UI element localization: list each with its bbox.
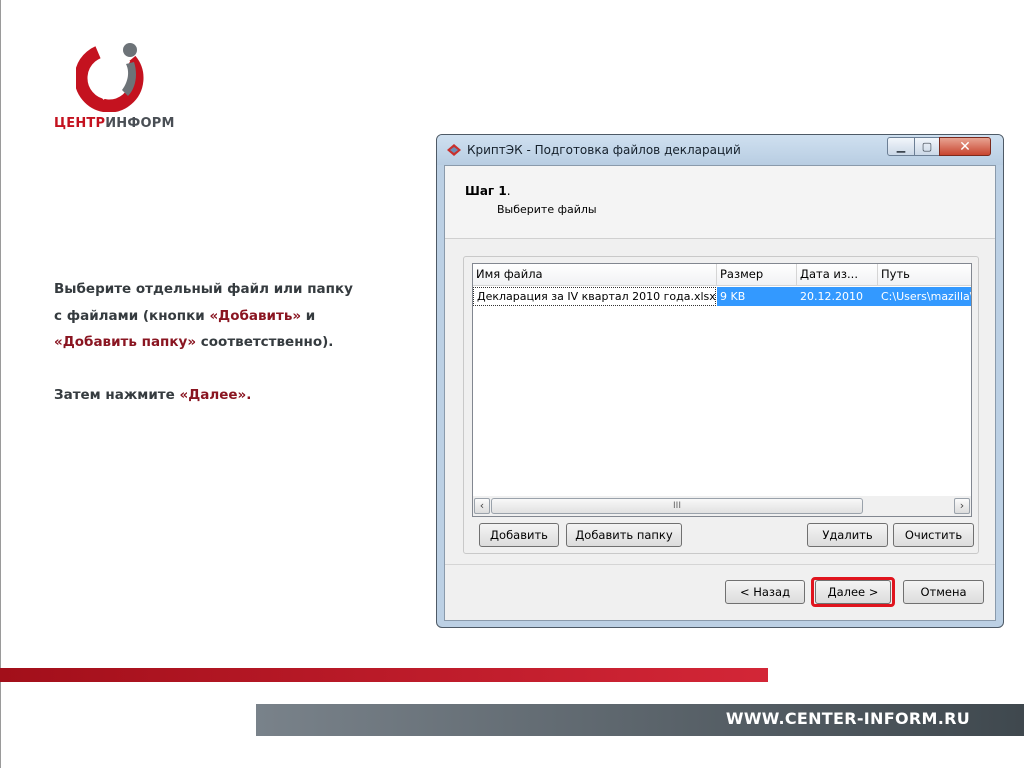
table-row-cell-path[interactable]: C:\Users\mazilla\D xyxy=(878,287,971,306)
maximize-button[interactable]: ▢ xyxy=(914,137,940,156)
clear-button[interactable]: Очистить xyxy=(893,523,974,547)
chevron-left-icon: ‹ xyxy=(479,499,485,512)
instruction-highlight-next: «Далее» xyxy=(179,386,247,403)
next-button[interactable]: Далее > xyxy=(815,580,891,604)
app-icon xyxy=(447,144,461,156)
logo-text-inform: ИНФОРМ xyxy=(105,116,175,131)
footer-separator xyxy=(445,564,995,565)
step-label: Шаг 1 xyxy=(465,184,507,198)
back-button[interactable]: < Назад xyxy=(725,580,805,604)
window-titlebar[interactable]: КриптЭК - Подготовка файлов деклараций ▁… xyxy=(437,135,1003,165)
files-group: Имя файла Размер Дата из... Путь Деклара… xyxy=(463,256,979,554)
instruction-text: Выберите отдельный файл или папку с файл… xyxy=(54,276,404,408)
scroll-left-button[interactable]: ‹ xyxy=(474,498,490,514)
instruction-text-segment: Затем нажмите xyxy=(54,386,180,403)
dialog-client-area: Шаг 1. Выберите файлы Имя файла Размер Д… xyxy=(444,165,996,621)
centrinform-logo-icon xyxy=(76,43,144,112)
minimize-icon: ▁ xyxy=(896,140,906,153)
instruction-text-segment: и xyxy=(301,307,316,324)
add-button[interactable]: Добавить xyxy=(479,523,559,547)
footer-red-bar xyxy=(0,668,768,682)
maximize-icon: ▢ xyxy=(921,140,933,153)
instruction-highlight-add-folder: «Добавить папку» xyxy=(54,334,197,350)
step-subtitle: Выберите файлы xyxy=(497,203,597,216)
instruction-text-segment: с файлами (кнопки xyxy=(54,307,210,324)
kriptek-dialog-window: КриптЭК - Подготовка файлов деклараций ▁… xyxy=(436,134,1004,628)
instruction-text-segment: . xyxy=(246,386,252,403)
step-title: Шаг 1. xyxy=(465,184,511,198)
minimize-button[interactable]: ▁ xyxy=(887,137,915,156)
file-list[interactable]: Имя файла Размер Дата из... Путь Деклара… xyxy=(472,263,972,517)
instruction-highlight-add: «Добавить» xyxy=(209,307,302,324)
instruction-line-3: «Добавить папку» соответственно). xyxy=(54,329,404,356)
scroll-right-button[interactable]: › xyxy=(954,498,970,514)
column-header-size[interactable]: Размер xyxy=(717,264,797,286)
chevron-right-icon: › xyxy=(959,499,965,512)
instruction-text-segment: соответственно). xyxy=(196,334,334,350)
left-border-line xyxy=(0,0,1,768)
close-icon: ✕ xyxy=(959,138,971,155)
window-title: КриптЭК - Подготовка файлов деклараций xyxy=(467,143,741,157)
instruction-line-4: Затем нажмите «Далее». xyxy=(54,382,404,409)
scroll-thumb[interactable]: III xyxy=(491,498,863,514)
instruction-line-2: с файлами (кнопки «Добавить» и xyxy=(54,303,404,330)
website-url: WWW.CENTER-INFORM.RU xyxy=(725,709,970,728)
column-header-filename[interactable]: Имя файла xyxy=(473,264,717,286)
wizard-step-header: Шаг 1. Выберите файлы xyxy=(445,166,995,239)
logo-wordmark: ЦЕНТРИНФОРМ xyxy=(54,116,175,131)
delete-button[interactable]: Удалить xyxy=(807,523,888,547)
table-row-cell-filename[interactable]: Декларация за IV квартал 2010 года.xlsx xyxy=(473,287,716,306)
instruction-line-1: Выберите отдельный файл или папку xyxy=(54,281,353,297)
table-row-cell-date[interactable]: 20.12.2010 xyxy=(797,287,878,306)
horizontal-scrollbar[interactable]: ‹ III › xyxy=(473,496,971,516)
column-header-path[interactable]: Путь xyxy=(878,264,971,286)
table-row-cell-size[interactable]: 9 KB xyxy=(717,287,797,306)
step-dot: . xyxy=(506,184,511,198)
add-folder-button[interactable]: Добавить папку xyxy=(566,523,682,547)
cancel-button[interactable]: Отмена xyxy=(903,580,984,604)
close-button[interactable]: ✕ xyxy=(939,137,991,156)
logo-text-centr: ЦЕНТР xyxy=(54,116,106,131)
column-header-date[interactable]: Дата из... xyxy=(797,264,878,286)
